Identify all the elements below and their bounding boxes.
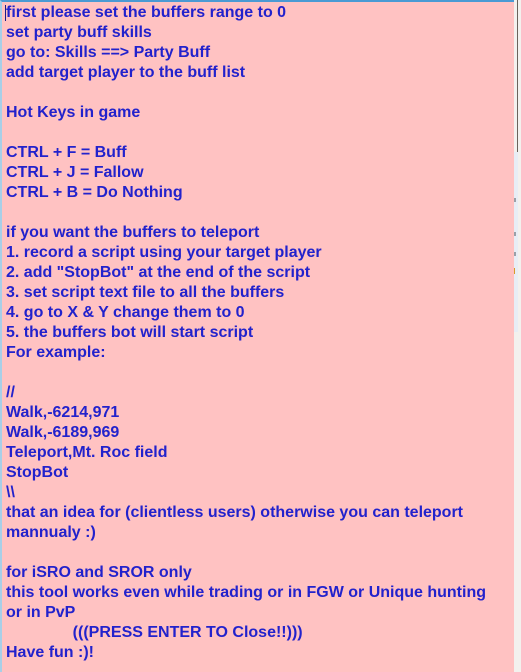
message-line: 2. add "StopBot" at the end of the scrip…	[6, 264, 311, 281]
message-line: Walk,-6214,971	[6, 404, 120, 421]
message-line: first please set the buffers range to 0	[6, 4, 287, 21]
message-line: //	[6, 384, 15, 401]
message-line: StopBot	[6, 464, 69, 481]
message-line: CTRL + F = Buff	[6, 144, 127, 161]
message-line: CTRL + B = Do Nothing	[6, 184, 183, 201]
message-line: 4. go to X & Y change them to 0	[6, 304, 245, 321]
message-line: 3. set script text file to all the buffe…	[6, 284, 285, 301]
message-line: Walk,-6189,969	[6, 424, 120, 441]
info-message-panel[interactable]: first please set the buffers range to 0 s…	[0, 0, 514, 672]
message-line: this tool works even while trading or in…	[6, 584, 486, 601]
message-line: for iSRO and SROR only	[6, 564, 192, 581]
message-line: 5. the buffers bot will start script	[6, 324, 254, 341]
message-line: For example:	[6, 344, 106, 361]
message-line: go to: Skills ==> Party Buff	[6, 44, 211, 61]
message-line: set party buff skills	[6, 24, 152, 41]
message-line: or in PvP	[6, 604, 76, 621]
message-line: CTRL + J = Fallow	[6, 164, 144, 181]
message-line: Have fun :)!	[6, 644, 94, 661]
message-line: (((PRESS ENTER TO Close!!)))	[6, 624, 303, 641]
message-line: Hot Keys in game	[6, 104, 141, 121]
message-line: add target player to the buff list	[6, 64, 246, 81]
message-line: mannualy :)	[6, 524, 96, 541]
message-line: \\	[6, 484, 15, 501]
message-text-body: first please set the buffers range to 0 s…	[2, 2, 514, 663]
message-line: if you want the buffers to teleport	[6, 224, 260, 241]
message-line: Teleport,Mt. Roc field	[6, 444, 168, 461]
message-line: 1. record a script using your target pla…	[6, 244, 322, 261]
message-line: that an idea for (clientless users) othe…	[6, 504, 464, 521]
